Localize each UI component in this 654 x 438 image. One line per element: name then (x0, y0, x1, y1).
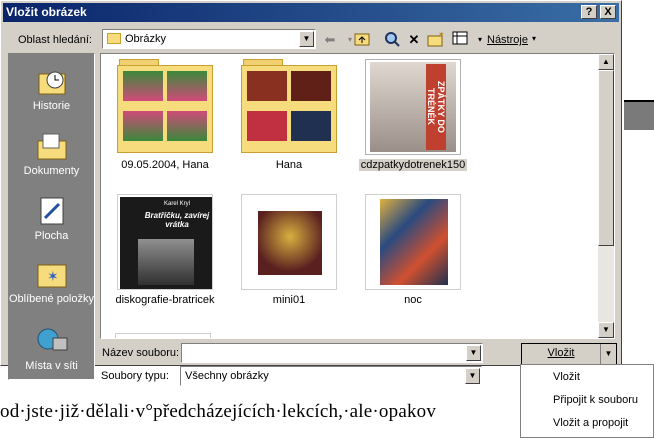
cover-text: ZPÁTKY DO TRÉNÉK (426, 64, 446, 150)
place-label: Místa v síti (25, 360, 78, 372)
file-item[interactable]: Karel Kryl Bratříčku, zavírej vrátka dis… (105, 194, 225, 306)
image-thumbnail (241, 194, 337, 290)
file-type-value: Všechny obrázky (185, 370, 269, 382)
place-label: Historie (32, 100, 71, 112)
close-button[interactable]: X (600, 5, 616, 19)
file-item-partial (115, 333, 211, 338)
look-in-value: Obrázky (125, 33, 166, 45)
delete-icon[interactable]: ✕ (405, 31, 423, 49)
look-in-label: Oblast hledání: (18, 34, 92, 46)
tools-menu[interactable]: Nástroje (487, 34, 528, 46)
scrollbar-thumb[interactable] (598, 70, 614, 246)
menu-item-link-to-file[interactable]: Připojit k souboru (553, 394, 638, 406)
file-type-label: Soubory typu: (101, 370, 169, 382)
search-web-icon[interactable] (383, 31, 401, 49)
image-thumbnail (365, 194, 461, 290)
document-ruler-fragment (624, 100, 654, 130)
cover-title: Bratříčku, zavírej vrátka (144, 211, 210, 229)
tools-dropdown-icon[interactable]: ▾ (532, 34, 536, 43)
documents-icon (35, 131, 69, 161)
file-name: mini01 (272, 294, 306, 306)
chevron-down-icon[interactable]: ▼ (465, 368, 480, 384)
back-icon[interactable]: ⬅ (321, 31, 339, 49)
look-in-combo[interactable]: Obrázky ▼ (102, 29, 316, 49)
file-name: 09.05.2004, Hana (121, 159, 209, 171)
insert-split-button[interactable]: Vložit ▼ (521, 343, 617, 365)
scroll-up-icon[interactable]: ▲ (598, 54, 614, 70)
cover-text: Karel Kryl (163, 201, 190, 207)
file-name-label: Název souboru: (102, 347, 180, 359)
insert-button-label[interactable]: Vložit (522, 347, 600, 359)
file-name: Hana (275, 159, 303, 171)
svg-text:✶: ✶ (47, 268, 59, 284)
file-item[interactable]: mini01 (229, 194, 349, 306)
up-folder-icon[interactable] (353, 31, 371, 49)
insert-picture-dialog: Vložit obrázek ? X Oblast hledání: Obráz… (0, 0, 622, 380)
chevron-down-icon[interactable]: ▼ (466, 345, 481, 361)
file-name: noc (404, 294, 422, 306)
file-item[interactable]: Hana (229, 59, 349, 171)
place-history[interactable]: Historie (9, 66, 94, 112)
file-name: diskografie-bratricek (115, 294, 215, 306)
file-item-selected[interactable]: ZPÁTKY DO TRÉNÉK cdzpatkydotrenek150 (353, 59, 473, 171)
dialog-titlebar: Vložit obrázek ? X (3, 3, 619, 22)
desktop-icon (35, 196, 69, 226)
document-text-line: od·jste·již·dělali·v°předcházejících·lek… (0, 401, 437, 422)
dialog-title: Vložit obrázek (6, 5, 87, 19)
place-desktop[interactable]: Plocha (9, 196, 94, 242)
folder-icon (107, 33, 121, 44)
place-label: Oblíbené položky (9, 293, 94, 305)
views-icon[interactable] (451, 31, 469, 49)
image-thumbnail: Karel Kryl Bratříčku, zavírej vrátka (117, 194, 213, 290)
file-item[interactable]: 09.05.2004, Hana (105, 59, 225, 171)
folder-icon (241, 59, 337, 155)
file-type-select[interactable]: Všechny obrázky ▼ (180, 366, 482, 386)
place-network[interactable]: Místa v síti (9, 326, 94, 372)
place-label: Dokumenty (23, 165, 80, 177)
svg-text:✶: ✶ (438, 31, 445, 39)
folder-icon (117, 59, 213, 155)
new-folder-icon[interactable]: ✶ (427, 30, 445, 49)
favorites-icon: ✶ (35, 259, 69, 289)
file-name: cdzpatkydotrenek150 (358, 159, 468, 171)
place-documents[interactable]: Dokumenty (9, 131, 94, 177)
help-button[interactable]: ? (581, 5, 597, 19)
network-places-icon (35, 326, 69, 356)
history-icon (35, 66, 69, 96)
menu-item-insert[interactable]: Vložit (553, 371, 580, 383)
chevron-down-icon[interactable]: ▼ (299, 31, 314, 47)
file-item[interactable]: noc (353, 194, 473, 306)
file-name-input[interactable]: ▼ (181, 343, 483, 363)
file-list[interactable]: 09.05.2004, Hana Hana ZPÁTKY DO TRÉNÉK c… (100, 53, 615, 339)
place-favorites[interactable]: ✶ Oblíbené položky (9, 259, 94, 305)
chevron-down-icon[interactable]: ▼ (600, 344, 616, 364)
scroll-down-icon[interactable]: ▼ (598, 322, 614, 338)
places-bar: Historie Dokumenty Plocha ✶ Oblíbené pol… (8, 53, 95, 380)
image-thumbnail: ZPÁTKY DO TRÉNÉK (365, 59, 461, 155)
vertical-scrollbar[interactable]: ▲ ▼ (598, 54, 614, 338)
menu-item-insert-and-link[interactable]: Vložit a propojit (553, 417, 628, 429)
insert-dropdown-menu: Vložit Připojit k souboru Vložit a propo… (520, 364, 654, 438)
place-label: Plocha (34, 230, 69, 242)
